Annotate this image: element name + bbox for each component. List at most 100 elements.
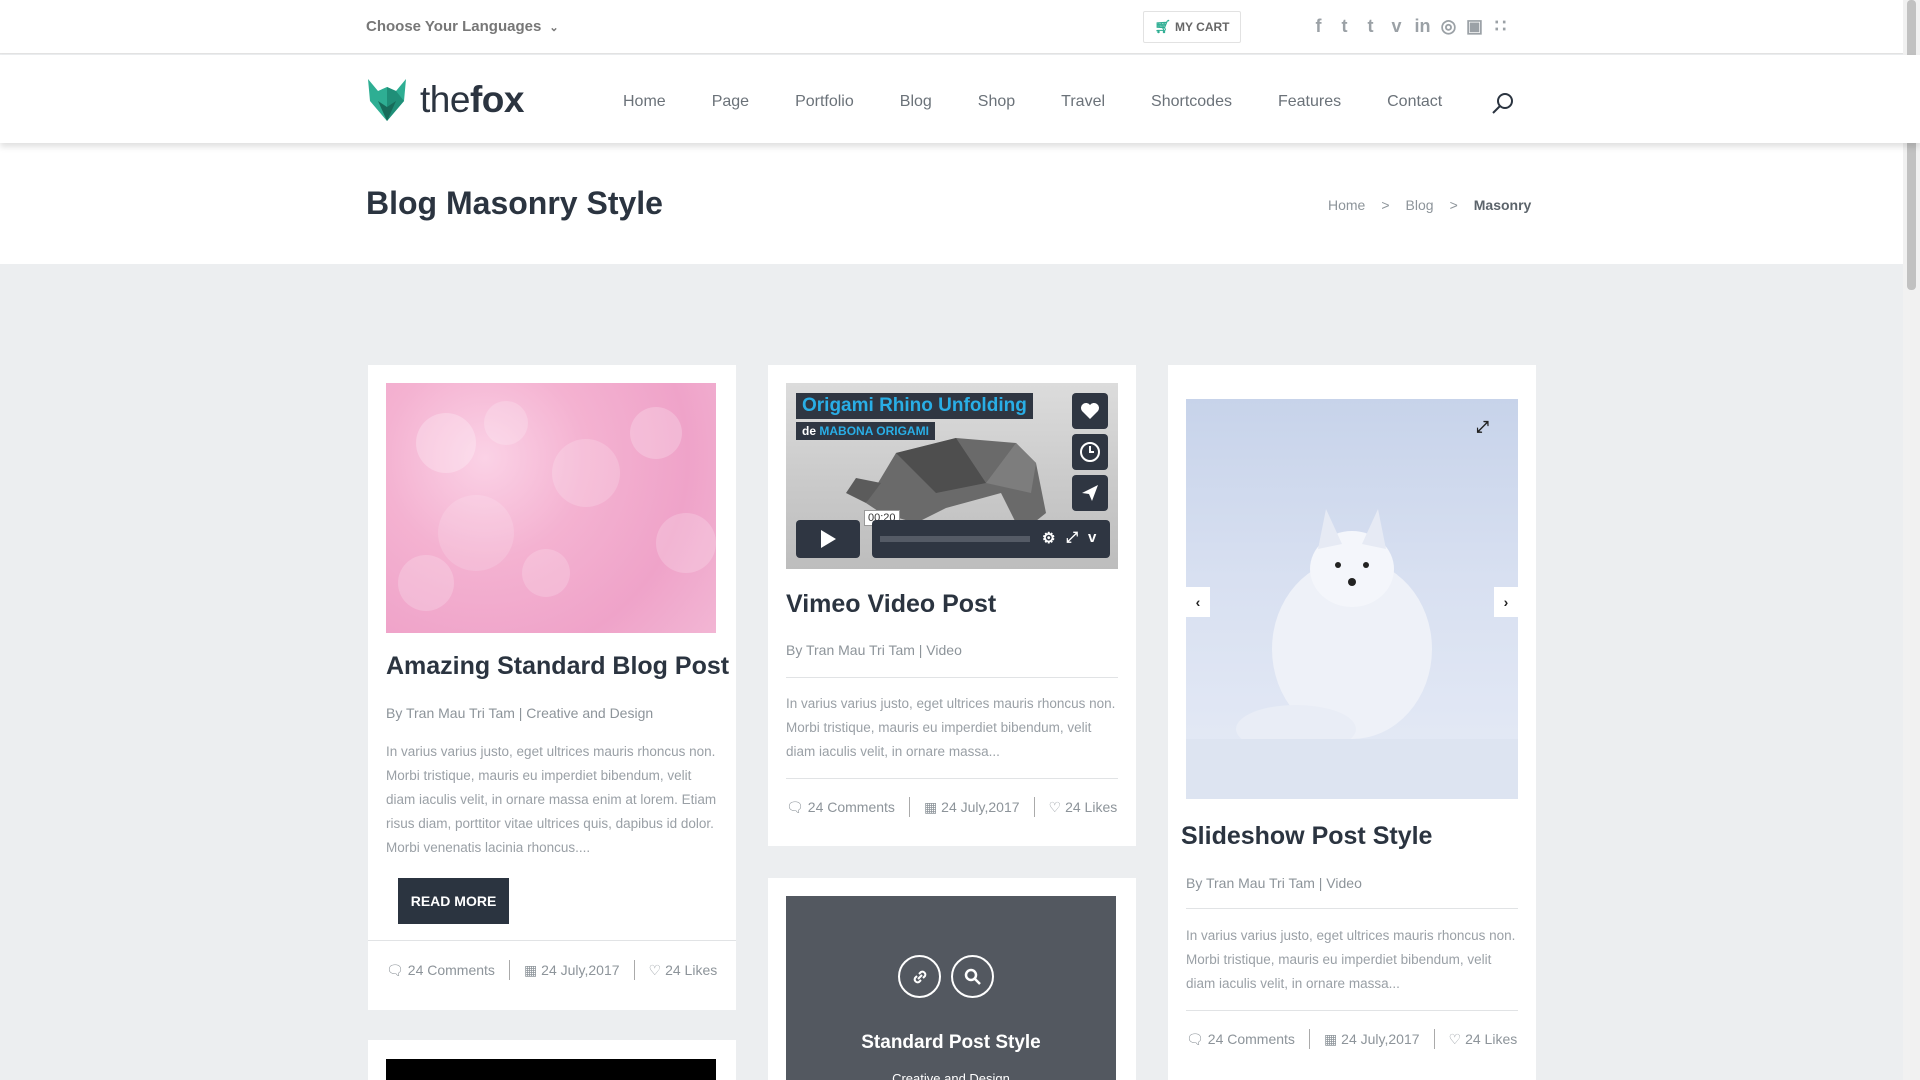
- progress-track[interactable]: [880, 536, 1030, 542]
- breadcrumb-blog[interactable]: Blog: [1406, 197, 1434, 213]
- separator: [1033, 797, 1035, 817]
- nav-item-page[interactable]: Page: [689, 93, 772, 111]
- likes-count: 24 Likes: [665, 962, 718, 978]
- post-meta: By Tran Mau Tri Tam | Video: [1186, 875, 1362, 891]
- nav-item-contact[interactable]: Contact: [1364, 93, 1465, 111]
- heart-icon: ♡: [1448, 1030, 1462, 1047]
- scrollbar-thumb[interactable]: [1907, 0, 1916, 290]
- video-title[interactable]: Origami Rhino Unfolding: [796, 393, 1033, 419]
- breadcrumb-current: Masonry: [1473, 197, 1532, 213]
- post-excerpt: In varius varius justo, eget ultrices ma…: [1186, 928, 1516, 991]
- nav-item-features[interactable]: Features: [1255, 93, 1364, 111]
- instagram-icon[interactable]: ▣: [1466, 15, 1483, 37]
- link-icon: [913, 970, 926, 983]
- post-title[interactable]: Amazing Standard Blog Post: [386, 652, 729, 681]
- nav-item-blog[interactable]: Blog: [877, 93, 955, 111]
- post-category: Creative and Design: [892, 1071, 1010, 1080]
- expand-icon[interactable]: ⤢: [1476, 419, 1489, 437]
- social-links: f t t v in ◎ ▣ ∷: [1310, 15, 1509, 37]
- post-title[interactable]: Slideshow Post Style: [1181, 822, 1432, 851]
- settings-icon[interactable]: ⚙: [1042, 529, 1055, 547]
- cart-button[interactable]: 🛒︎ MY CART: [1143, 11, 1241, 43]
- linkedin-icon[interactable]: in: [1414, 15, 1431, 37]
- comment-icon: 🗨︎: [786, 798, 804, 815]
- breadcrumb-home[interactable]: Home: [1328, 197, 1365, 213]
- divider: [786, 778, 1118, 779]
- post-image-pink-bokeh[interactable]: [386, 383, 716, 633]
- likes-link[interactable]: ♡ 24 Likes: [649, 962, 718, 979]
- comments-link[interactable]: 🗨︎ 24 Comments: [786, 799, 895, 816]
- play-button[interactable]: [796, 520, 860, 558]
- twitter-icon[interactable]: t: [1336, 15, 1353, 37]
- separator: [1308, 1029, 1310, 1049]
- post-footer: 🗨︎ 24 Comments ▦ 24 July,2017 ♡ 24 Likes: [786, 797, 1117, 817]
- post-meta: By Tran Mau Tri Tam | Video: [786, 642, 962, 658]
- date-item: ▦ 24 July,2017: [924, 799, 1020, 816]
- nav-item-home[interactable]: Home: [600, 93, 689, 111]
- post-title[interactable]: Vimeo Video Post: [786, 590, 996, 619]
- post-image-overlay[interactable]: Standard Post Style Creative and Design: [786, 896, 1116, 1080]
- video-thumbnail[interactable]: [386, 1059, 716, 1080]
- comments-count: 24 Comments: [807, 799, 895, 815]
- play-icon: [821, 530, 836, 548]
- calendar-icon: ▦: [1323, 1030, 1338, 1047]
- likes-count: 24 Likes: [1065, 799, 1118, 815]
- read-more-button[interactable]: READ MORE: [398, 878, 509, 924]
- breadcrumb-separator: >: [1449, 197, 1458, 213]
- cart-label: MY CART: [1175, 20, 1230, 34]
- comments-link[interactable]: 🗨︎ 24 Comments: [1186, 1031, 1295, 1048]
- date-item: ▦ 24 July,2017: [524, 962, 620, 979]
- slideshow-image[interactable]: ⤢ ‹ ›: [1186, 399, 1518, 799]
- comments-count: 24 Comments: [1207, 1031, 1295, 1047]
- bokeh-pattern: [398, 401, 716, 611]
- post-excerpt: In varius varius justo, eget ultrices ma…: [386, 744, 717, 855]
- watch-later-button[interactable]: [1072, 434, 1108, 470]
- facebook-icon[interactable]: f: [1310, 15, 1327, 37]
- post-date: 24 July,2017: [1341, 1031, 1420, 1047]
- nav-item-portfolio[interactable]: Portfolio: [772, 93, 877, 111]
- main-header: thefox Home Page Portfolio Blog Shop Tra…: [0, 55, 1920, 143]
- search-icon[interactable]: [1490, 91, 1516, 117]
- video-author[interactable]: de MABONA ORIGAMI: [796, 422, 935, 440]
- language-selector[interactable]: Choose Your Languages ⌄: [366, 18, 559, 35]
- likes-link[interactable]: ♡ 24 Likes: [1049, 799, 1118, 816]
- divider: [786, 677, 1118, 678]
- arctic-fox-image: [1186, 509, 1518, 799]
- fox-logo-icon: [368, 79, 406, 121]
- date-item: ▦ 24 July,2017: [1324, 1031, 1420, 1048]
- language-label: Choose Your Languages: [366, 18, 542, 35]
- comments-link[interactable]: 🗨︎ 24 Comments: [386, 962, 495, 979]
- rss-icon[interactable]: ∷: [1492, 15, 1509, 37]
- zoom-button[interactable]: [951, 955, 994, 998]
- share-video-button[interactable]: [1072, 475, 1108, 511]
- vimeo-player[interactable]: Origami Rhino Unfolding de MABONA ORIGAM…: [786, 383, 1118, 569]
- like-video-button[interactable]: [1072, 393, 1108, 429]
- site-logo[interactable]: thefox: [366, 77, 524, 123]
- vimeo-icon[interactable]: v: [1388, 15, 1405, 37]
- vimeo-logo-icon[interactable]: v: [1088, 529, 1096, 546]
- separator: [908, 797, 910, 817]
- fullscreen-icon[interactable]: ⤢: [1066, 529, 1078, 546]
- nav-item-shortcodes[interactable]: Shortcodes: [1128, 93, 1255, 111]
- divider: [368, 940, 736, 941]
- nav-item-shop[interactable]: Shop: [955, 93, 1038, 111]
- nav-item-travel[interactable]: Travel: [1038, 93, 1128, 111]
- basket-icon: 🛒︎: [1154, 19, 1172, 34]
- next-slide-button[interactable]: ›: [1494, 587, 1518, 617]
- search-icon: [964, 968, 981, 985]
- comment-icon: 🗨︎: [1186, 1030, 1204, 1047]
- clock-icon: [1080, 442, 1100, 462]
- paper-plane-icon: [1082, 485, 1098, 501]
- page-scrollbar[interactable]: [1903, 0, 1920, 1080]
- prev-slide-button[interactable]: ‹: [1186, 587, 1210, 617]
- post-title[interactable]: Standard Post Style: [786, 1032, 1116, 1054]
- post-date: 24 July,2017: [941, 799, 1020, 815]
- tumblr-icon[interactable]: t: [1362, 15, 1379, 37]
- link-button[interactable]: [898, 955, 941, 998]
- main-nav: Home Page Portfolio Blog Shop Travel Sho…: [600, 93, 1465, 111]
- dribbble-icon[interactable]: ◎: [1440, 15, 1457, 37]
- likes-link[interactable]: ♡ 24 Likes: [1449, 1031, 1518, 1048]
- post-footer: 🗨︎ 24 Comments ▦ 24 July,2017 ♡ 24 Likes: [386, 960, 717, 980]
- video-progress-bar[interactable]: ⚙ ⤢ v: [872, 520, 1110, 558]
- top-bar: Choose Your Languages ⌄ 🛒︎ MY CART f t t …: [0, 0, 1920, 54]
